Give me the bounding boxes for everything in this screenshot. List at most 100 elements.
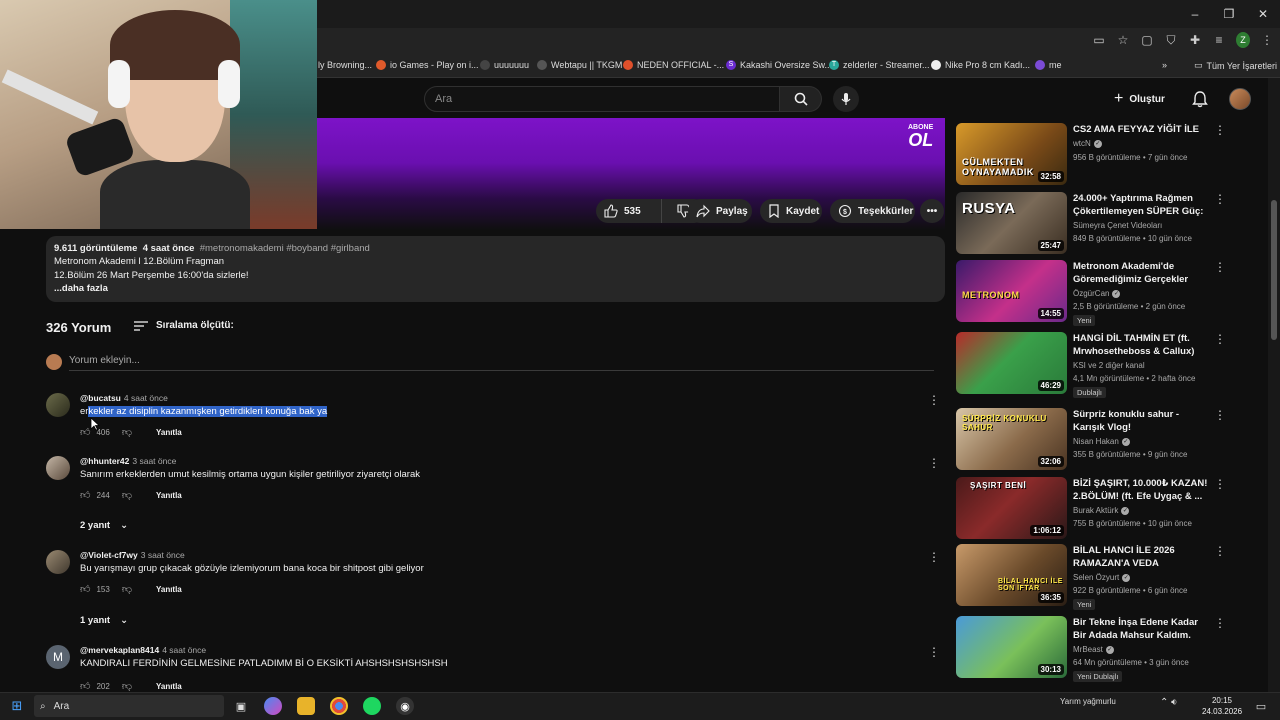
- thumbs-down-icon[interactable]: 👎︎: [122, 583, 132, 595]
- comment-menu-icon[interactable]: ⋮: [928, 550, 940, 564]
- video-menu-icon[interactable]: ⋮: [1214, 408, 1226, 422]
- puzzle-icon[interactable]: ✚: [1188, 32, 1202, 48]
- tray-icons[interactable]: ⌃ 🔉︎: [1160, 697, 1177, 708]
- page-scrollbar[interactable]: [1268, 78, 1280, 692]
- thumbs-down-icon[interactable]: 👎︎: [122, 426, 132, 438]
- comment-menu-icon[interactable]: ⋮: [928, 456, 940, 470]
- bookmarks-overflow-icon[interactable]: »: [1162, 60, 1167, 70]
- comment-author[interactable]: @hhunter42 3 saat önce: [80, 456, 176, 466]
- video-thumbnail[interactable]: SÜRPRİZ KONUKLU SAHUR 32:06: [956, 408, 1067, 470]
- profile-avatar[interactable]: Z: [1236, 32, 1250, 48]
- menu-kebab-icon[interactable]: ⋮: [1260, 32, 1274, 48]
- share-button[interactable]: Paylaş: [688, 199, 752, 223]
- bookmark-item[interactable]: S Kakashi Oversize Sw...: [726, 60, 832, 70]
- video-thumbnail[interactable]: 30:13: [956, 616, 1067, 678]
- reply-button[interactable]: Yanıtla: [156, 585, 182, 594]
- video-title[interactable]: BİLAL HANCI İLE 2026 RAMAZAN'A VEDA EDİY…: [1073, 544, 1213, 570]
- video-menu-icon[interactable]: ⋮: [1214, 192, 1226, 206]
- avatar[interactable]: [46, 393, 70, 417]
- recommended-video[interactable]: METRONOM 14:55 Metronom Akademi'de Göreme…: [956, 260, 1256, 326]
- copilot-icon[interactable]: [264, 697, 282, 715]
- bookmark-item[interactable]: ly Browning...: [318, 60, 372, 70]
- video-thumbnail[interactable]: 46:29: [956, 332, 1067, 394]
- more-actions-button[interactable]: •••: [920, 199, 944, 223]
- channel-name[interactable]: KSI ve 2 diğer kanal: [1073, 361, 1145, 370]
- avatar[interactable]: [46, 550, 70, 574]
- comment-menu-icon[interactable]: ⋮: [928, 393, 940, 407]
- scrollbar-thumb[interactable]: [1271, 200, 1277, 340]
- avatar[interactable]: M: [46, 645, 70, 669]
- spotify-icon[interactable]: [363, 697, 381, 715]
- task-view-icon[interactable]: ▣: [232, 697, 250, 715]
- show-replies-button[interactable]: 2 yanıt ⌄: [80, 520, 128, 531]
- video-title[interactable]: CS2 AMA FEYYAZ YİĞİT İLE: [1073, 123, 1213, 136]
- bookmark-item[interactable]: NEDEN OFFICIAL -...: [623, 60, 724, 70]
- bookmark-item[interactable]: io Games - Play on i...: [376, 60, 479, 70]
- comment-author[interactable]: @Violet-cf7wy 3 saat önce: [80, 550, 185, 560]
- user-avatar[interactable]: [1229, 88, 1251, 110]
- thumbs-down-icon[interactable]: 👎︎: [122, 680, 132, 692]
- system-clock[interactable]: 20:15 24.03.2026: [1202, 695, 1242, 717]
- reply-button[interactable]: Yanıtla: [156, 491, 182, 500]
- restore-icon[interactable]: ❐: [1212, 0, 1246, 28]
- bookmark-item[interactable]: uuuuuuu: [480, 60, 529, 70]
- video-title[interactable]: HANGİ DİL TAHMİN ET (ft. Mrwhosetheboss …: [1073, 332, 1213, 358]
- bookmark-item[interactable]: Webtapu || TKGM: [537, 60, 622, 70]
- create-button[interactable]: + Oluştur: [1114, 88, 1182, 110]
- video-menu-icon[interactable]: ⋮: [1214, 332, 1226, 346]
- video-menu-icon[interactable]: ⋮: [1214, 544, 1226, 558]
- channel-name[interactable]: Selen Özyurt ✓: [1073, 573, 1131, 582]
- show-replies-button[interactable]: 1 yanıt ⌄: [80, 615, 128, 626]
- avatar[interactable]: [46, 456, 70, 480]
- thumbs-down-icon[interactable]: 👎︎: [122, 489, 132, 501]
- video-thumbnail[interactable]: ŞAŞIRT BENİ 1:06:12: [956, 477, 1067, 539]
- bookmark-item[interactable]: Tzelderler - Streamer...: [829, 60, 930, 70]
- reply-button[interactable]: Yanıtla: [156, 428, 182, 437]
- taskbar-search[interactable]: ⌕ Ara: [34, 695, 224, 717]
- channel-name[interactable]: MrBeast ✓: [1073, 645, 1114, 654]
- star-icon[interactable]: ☆: [1116, 32, 1130, 48]
- video-description[interactable]: 9.611 görüntüleme 4 saat önce #metronoma…: [46, 236, 945, 302]
- channel-name[interactable]: Burak Aktürk ✓: [1073, 506, 1130, 515]
- windows-start-icon[interactable]: ⊞: [8, 697, 26, 715]
- weather-widget[interactable]: Yarım yağmurlu: [1060, 697, 1116, 706]
- thanks-button[interactable]: $ Teşekkürler: [830, 199, 915, 223]
- chrome-icon[interactable]: [330, 697, 348, 715]
- search-button[interactable]: [780, 86, 822, 112]
- bookmark-item[interactable]: Nike Pro 8 cm Kadı...: [931, 60, 1030, 70]
- video-title[interactable]: 24.000+ Yaptırıma Rağmen Çökertilemeyen …: [1073, 192, 1213, 218]
- video-thumbnail[interactable]: GÜLMEKTEN OYNAYAMADIK 32:58: [956, 123, 1067, 185]
- file-explorer-icon[interactable]: [297, 697, 315, 715]
- video-menu-icon[interactable]: ⋮: [1214, 477, 1226, 491]
- thumbs-up-icon[interactable]: 👍︎: [80, 583, 90, 595]
- comment-menu-icon[interactable]: ⋮: [928, 645, 940, 659]
- recommended-video[interactable]: 30:13 Bir Tekne İnşa Edene Kadar Bir Ada…: [956, 616, 1256, 682]
- shield-icon[interactable]: ⛉: [1164, 32, 1178, 48]
- recommended-video[interactable]: SÜRPRİZ KONUKLU SAHUR 32:06 Sürpriz konuk…: [956, 408, 1256, 472]
- recommended-video[interactable]: 46:29 HANGİ DİL TAHMİN ET (ft. Mrwhoseth…: [956, 332, 1256, 398]
- sort-comments-button[interactable]: Sıralama ölçütü:: [134, 320, 234, 331]
- recommended-video[interactable]: ŞAŞIRT BENİ 1:06:12 BİZİ ŞAŞIRT, 10.000₺ …: [956, 477, 1256, 541]
- video-title[interactable]: Bir Tekne İnşa Edene Kadar Bir Adada Mah…: [1073, 616, 1213, 642]
- channel-name[interactable]: Nisan Hakan ✓: [1073, 437, 1130, 446]
- recommended-video[interactable]: GÜLMEKTEN OYNAYAMADIK 32:58 CS2 AMA FEYYA…: [956, 123, 1256, 187]
- recommended-video[interactable]: RUSYA 25:47 24.000+ Yaptırıma Rağmen Çöke…: [956, 192, 1256, 256]
- channel-name[interactable]: ÖzgürCan ✓: [1073, 289, 1121, 298]
- cast-icon[interactable]: ▭: [1092, 32, 1106, 48]
- channel-name[interactable]: Sümeyra Çenet Videoları: [1073, 221, 1162, 230]
- search-input[interactable]: Ara: [424, 86, 780, 112]
- reply-button[interactable]: Yanıtla: [156, 682, 182, 691]
- media-icon[interactable]: ≡: [1212, 32, 1226, 48]
- hashtags[interactable]: #metronomakademi #boyband #girlband: [200, 243, 370, 254]
- video-title[interactable]: BİZİ ŞAŞIRT, 10.000₺ KAZAN! 2.BÖLÜM! (ft…: [1073, 477, 1213, 503]
- thumbs-up-icon[interactable]: 👍︎: [80, 680, 90, 692]
- video-menu-icon[interactable]: ⋮: [1214, 123, 1226, 137]
- comment-author[interactable]: @bucatsu 4 saat önce: [80, 393, 168, 403]
- all-bookmarks[interactable]: ▭ Tüm Yer İşaretleri: [1194, 60, 1277, 71]
- add-comment-field[interactable]: Yorum ekleyin...: [46, 352, 936, 371]
- save-button[interactable]: Kaydet: [760, 199, 822, 223]
- bookmark-item[interactable]: me: [1035, 60, 1062, 70]
- video-title[interactable]: Metronom Akademi'de Göremediğimiz Gerçek…: [1073, 260, 1213, 286]
- video-thumbnail[interactable]: RUSYA 25:47: [956, 192, 1067, 254]
- comment-author[interactable]: @mervekaplan8414 4 saat önce: [80, 645, 206, 655]
